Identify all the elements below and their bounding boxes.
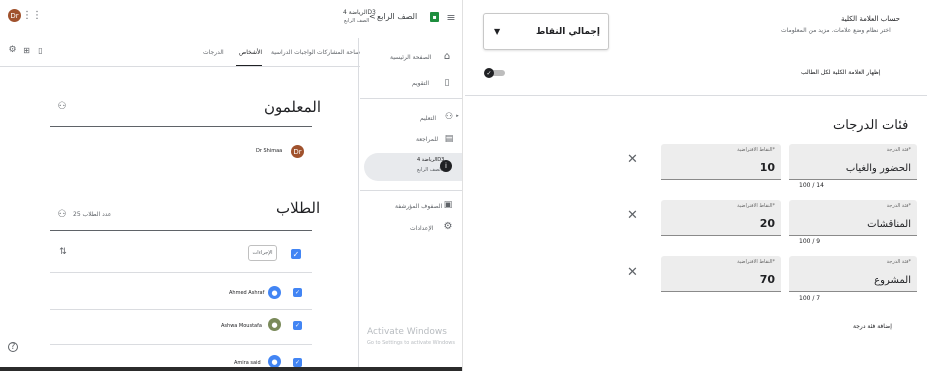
category-char-count: 100 / 9: [799, 238, 821, 245]
show-total-toggle[interactable]: ✓: [484, 68, 506, 78]
grade-calc-select[interactable]: إجمالي النقاط ▼: [483, 13, 609, 50]
actions-dropdown[interactable]: الإجراءات: [248, 245, 277, 261]
class-subtitle: الصف الرابع: [344, 18, 370, 24]
settings-gear-icon[interactable]: ⚙: [8, 46, 17, 55]
expand-arrow-icon[interactable]: ▸: [455, 114, 460, 119]
category-points-label: النقاط الافتراضية*: [737, 147, 775, 153]
student-name: Ashwa Moustafa: [221, 323, 262, 329]
category-name-label: فئة الدرجة*: [886, 259, 911, 265]
tab-stream[interactable]: ساحة المشاركات: [317, 50, 360, 56]
tab-classwork[interactable]: الواجبات الدراسية: [271, 50, 315, 56]
sidebar-calendar-label: التقويم: [412, 80, 430, 87]
sidebar-border: [358, 38, 359, 367]
archive-icon: ▣: [443, 199, 453, 210]
sort-icon[interactable]: ⇅: [58, 247, 68, 257]
student-avatar: ●: [268, 318, 281, 331]
remove-category-icon[interactable]: ✕: [627, 209, 638, 222]
category-name-field[interactable]: فئة الدرجة* المشروع: [789, 256, 917, 292]
category-points-field[interactable]: النقاط الافتراضية* 10: [661, 144, 781, 180]
invite-student-icon[interactable]: ⚇: [56, 209, 68, 221]
student-name: Ahmed Ashraf: [229, 290, 265, 296]
category-points-field[interactable]: النقاط الافتراضية* 20: [661, 200, 781, 236]
main-menu-icon[interactable]: ≡: [446, 12, 456, 23]
student-checkbox[interactable]: ✓: [293, 358, 302, 367]
settings-divider: [465, 95, 927, 96]
toggle-knob-icon: ✓: [484, 68, 494, 78]
invite-teacher-icon[interactable]: ⚇: [56, 101, 68, 113]
category-points-label: النقاط الافتراضية*: [737, 259, 775, 265]
grading-settings-screenshot: حساب العلامة الكلية اختر نظام وضع علامات…: [465, 0, 927, 371]
student-name: Amira said: [234, 360, 261, 366]
assignment-icon: ▤: [444, 133, 454, 144]
sidebar-class-sub: الصف الرابع: [417, 167, 443, 173]
sidebar-home-label: الصفحة الرئيسية: [390, 54, 432, 61]
sidebar-teaching-label: التعليم: [420, 115, 436, 122]
sidebar-archived-label: الصفوف المؤرشفة: [395, 203, 443, 210]
tabs-divider: [0, 66, 360, 67]
category-points-value: 70: [759, 273, 775, 286]
grade-categories-title: فئات الدرجات: [833, 118, 909, 133]
tab-grades[interactable]: الدرجات: [203, 50, 224, 56]
class-code-title[interactable]: الرياضة 4D3: [343, 10, 376, 16]
student-checkbox[interactable]: ✓: [293, 288, 302, 297]
calendar-icon: ▯: [444, 77, 450, 88]
teachers-divider: [50, 126, 312, 127]
grade-calc-desc: اختر نظام وضع علامات. مزيد من المعلومات: [781, 27, 891, 34]
category-name-value: المناقشات: [867, 219, 911, 230]
student-count: عدد الطلاب 25: [73, 211, 112, 218]
drive-folder-icon[interactable]: ⊞: [22, 46, 31, 55]
category-name-label: فئة الدرجة*: [886, 203, 911, 209]
category-points-value: 20: [759, 217, 775, 230]
category-name-field[interactable]: فئة الدرجة* المناقشات: [789, 200, 917, 236]
sidebar-settings-label: الإعدادات: [410, 225, 434, 232]
settings-icon: ⚙: [443, 221, 453, 232]
category-char-count: 100 / 14: [799, 182, 824, 189]
row-divider: [50, 309, 312, 310]
students-header-divider: [50, 272, 312, 273]
class-name[interactable]: الصف الرابع: [377, 13, 417, 21]
watermark-line2: Go to Settings to activate Windows: [367, 340, 455, 346]
teachers-title: المعلمون: [264, 98, 322, 116]
teacher-avatar: Dr: [291, 145, 304, 158]
home-icon: ⌂: [443, 51, 451, 62]
account-avatar[interactable]: Dr: [8, 9, 21, 22]
category-points-label: النقاط الافتراضية*: [737, 203, 775, 209]
people-icon: ⚇: [444, 111, 454, 122]
watermark-line1: Activate Windows: [367, 327, 447, 337]
select-all-checkbox[interactable]: ✓: [291, 249, 301, 259]
classroom-screenshot: Dr ⋮⋮ ≡ ▪ الصف الرابع < الرياضة 4D3 الصف…: [0, 0, 462, 371]
class-badge-icon: ▪: [430, 12, 439, 22]
actions-label: الإجراءات: [252, 250, 273, 256]
category-name-label: فئة الدرجة*: [886, 147, 911, 153]
class-calendar-icon[interactable]: ▯: [36, 46, 45, 55]
row-divider: [50, 344, 312, 345]
sidebar-divider: [360, 98, 462, 99]
student-avatar: ●: [268, 286, 281, 299]
apps-grid-icon[interactable]: ⋮⋮: [22, 10, 42, 22]
category-name-value: الحضور والغياب: [845, 163, 911, 174]
dropdown-arrow-icon: ▼: [494, 27, 501, 36]
teacher-name: Dr Shimaa: [256, 148, 283, 154]
grade-calc-select-value: إجمالي النقاط: [536, 27, 600, 37]
remove-category-icon[interactable]: ✕: [627, 266, 638, 279]
category-name-value: المشروع: [874, 275, 911, 286]
help-icon[interactable]: ?: [8, 342, 18, 352]
screenshot-separator: [462, 0, 463, 371]
class-icon: i: [440, 160, 452, 172]
tab-people[interactable]: الأشخاص: [239, 50, 262, 56]
category-points-field[interactable]: النقاط الافتراضية* 70: [661, 256, 781, 292]
students-divider: [50, 230, 312, 231]
bottom-bar: [0, 367, 462, 371]
student-checkbox[interactable]: ✓: [293, 321, 302, 330]
show-total-label: إظهار العلامة الكلية لكل الطالب: [801, 69, 881, 76]
students-title: الطلاب: [276, 199, 321, 217]
category-char-count: 100 / 7: [799, 295, 821, 302]
sidebar-review-label: للمراجعة: [416, 136, 439, 143]
grade-calc-title: حساب العلامة الكلية: [841, 15, 901, 23]
category-name-field[interactable]: فئة الدرجة* الحضور والغياب: [789, 144, 917, 180]
sidebar-divider: [360, 190, 462, 191]
remove-category-icon[interactable]: ✕: [627, 153, 638, 166]
add-category-link[interactable]: إضافة فئة درجة: [853, 324, 892, 330]
category-points-value: 10: [759, 161, 775, 174]
